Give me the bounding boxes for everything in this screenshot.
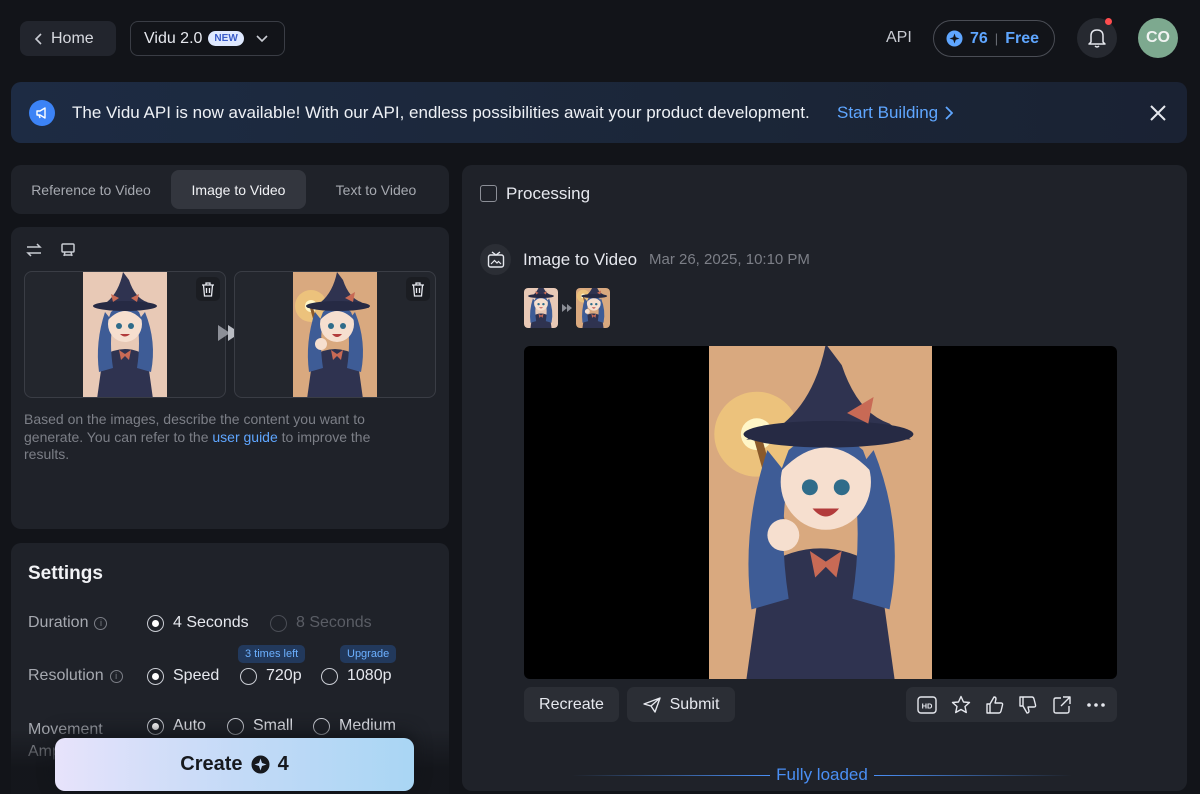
model-label: Vidu 2.0	[144, 29, 203, 47]
info-icon[interactable]: i	[109, 669, 123, 683]
fully-loaded-indicator: Fully loaded	[572, 765, 1073, 785]
prompt-input[interactable]: Based on the images, describe the conten…	[24, 411, 419, 464]
resolution-1080p-label: 1080p	[347, 667, 392, 684]
api-link[interactable]: API	[886, 29, 912, 47]
plan-label: Free	[1005, 29, 1039, 47]
result-actions-bar: HD	[906, 687, 1117, 722]
new-badge: NEW	[208, 31, 244, 46]
resolution-720p-label: 720p	[266, 667, 302, 684]
duration-4s-radio[interactable]: 4 Seconds	[147, 614, 249, 632]
resolution-720p-radio[interactable]: 720p	[240, 667, 302, 685]
image-input-panel: Based on the images, describe the conten…	[11, 227, 449, 529]
1080p-upgrade-tag[interactable]: Upgrade	[340, 645, 397, 663]
duration-label-text: Duration	[28, 614, 89, 631]
start-thumbnail[interactable]	[524, 288, 558, 328]
megaphone-icon	[29, 100, 55, 126]
create-cost: 4	[277, 753, 289, 775]
recreate-button[interactable]: Recreate	[524, 687, 619, 722]
start-building-label: Start Building	[837, 103, 939, 122]
submit-button[interactable]: Submit	[627, 687, 735, 722]
more-icon[interactable]	[1085, 694, 1107, 716]
info-icon[interactable]: i	[94, 616, 108, 630]
start-building-link[interactable]: Start Building	[837, 103, 954, 123]
hd-icon[interactable]: HD	[916, 694, 938, 716]
resolution-1080p-radio[interactable]: 1080p	[321, 667, 392, 685]
chevron-left-icon	[34, 32, 42, 45]
divider-left	[572, 774, 771, 776]
send-icon	[642, 696, 661, 713]
radio-icon	[270, 614, 287, 632]
create-label: Create	[180, 753, 243, 775]
image-to-video-icon	[480, 244, 511, 275]
api-banner: The Vidu API is now available! With our …	[11, 82, 1187, 143]
radio-icon	[321, 667, 338, 685]
start-frame-image	[83, 272, 167, 398]
credits-button[interactable]: 76 | Free	[933, 20, 1055, 57]
trash-icon	[202, 281, 214, 297]
processing-checkbox[interactable]	[480, 185, 497, 202]
fully-loaded-label: Fully loaded	[776, 765, 868, 784]
delete-end-frame-button[interactable]	[406, 277, 430, 301]
source-thumbnails	[524, 288, 610, 328]
settings-title: Settings	[28, 563, 103, 584]
delete-start-frame-button[interactable]	[196, 277, 220, 301]
tab-reference-to-video[interactable]: Reference to Video	[17, 170, 165, 209]
user-guide-link[interactable]: user guide	[212, 429, 277, 445]
credits-icon	[251, 755, 270, 774]
divider-right	[873, 774, 1073, 776]
arrow-icon	[562, 304, 572, 312]
resolution-label-text: Resolution	[28, 667, 104, 684]
processing-label: Processing	[506, 184, 591, 203]
banner-message: The Vidu API is now available! With our …	[72, 103, 810, 122]
duration-label: Duration i	[28, 614, 108, 632]
task-title: Image to Video	[523, 250, 638, 269]
end-frame[interactable]	[234, 271, 436, 398]
credits-value: 76	[970, 29, 988, 47]
tab-image-to-video[interactable]: Image to Video	[171, 170, 306, 209]
hd-label: HD	[921, 701, 932, 710]
credits-separator: |	[994, 31, 999, 46]
bell-icon	[1088, 29, 1106, 48]
duration-8s-label: 8 Seconds	[296, 614, 372, 631]
home-button[interactable]: Home	[20, 21, 116, 56]
720p-tag: 3 times left	[238, 645, 306, 663]
share-icon[interactable]	[1051, 694, 1073, 716]
crop-icon[interactable]	[59, 241, 77, 259]
swap-icon[interactable]	[25, 241, 43, 259]
duration-4s-label: 4 Seconds	[173, 614, 249, 631]
thumbs-down-icon[interactable]	[1017, 694, 1039, 716]
radio-icon	[240, 667, 257, 685]
chevron-down-icon	[256, 34, 268, 42]
star-icon[interactable]	[950, 694, 972, 716]
resolution-speed-radio[interactable]: Speed	[147, 667, 219, 685]
recreate-label: Recreate	[539, 695, 604, 713]
mode-tabs: Reference to Video Image to Video Text t…	[11, 165, 449, 214]
trash-icon	[412, 281, 424, 297]
resolution-label: Resolution i	[28, 667, 123, 685]
notification-dot	[1105, 18, 1112, 25]
submit-label: Submit	[669, 695, 720, 713]
notifications-button[interactable]	[1077, 18, 1117, 58]
video-preview-image	[709, 346, 932, 679]
avatar[interactable]: CO	[1138, 18, 1178, 58]
radio-selected-icon	[147, 614, 164, 632]
resolution-speed-label: Speed	[173, 667, 220, 684]
model-selector[interactable]: Vidu 2.0 NEW	[130, 21, 285, 56]
start-frame[interactable]	[24, 271, 226, 398]
thumbs-up-icon[interactable]	[984, 694, 1006, 716]
radio-selected-icon	[147, 667, 164, 685]
video-player[interactable]	[524, 346, 1117, 679]
result-panel: Processing Image to Video Mar 26, 2025, …	[462, 165, 1187, 791]
chevron-right-icon	[945, 106, 954, 120]
end-frame-image	[293, 272, 377, 398]
duration-8s-radio: 8 Seconds	[270, 614, 372, 632]
close-icon[interactable]	[1147, 102, 1169, 124]
home-label: Home	[51, 29, 94, 47]
end-thumbnail[interactable]	[576, 288, 610, 328]
credits-icon	[946, 30, 963, 47]
tab-text-to-video[interactable]: Text to Video	[309, 170, 443, 209]
create-button[interactable]: Create 4	[55, 738, 414, 791]
task-date: Mar 26, 2025, 10:10 PM	[649, 251, 810, 268]
